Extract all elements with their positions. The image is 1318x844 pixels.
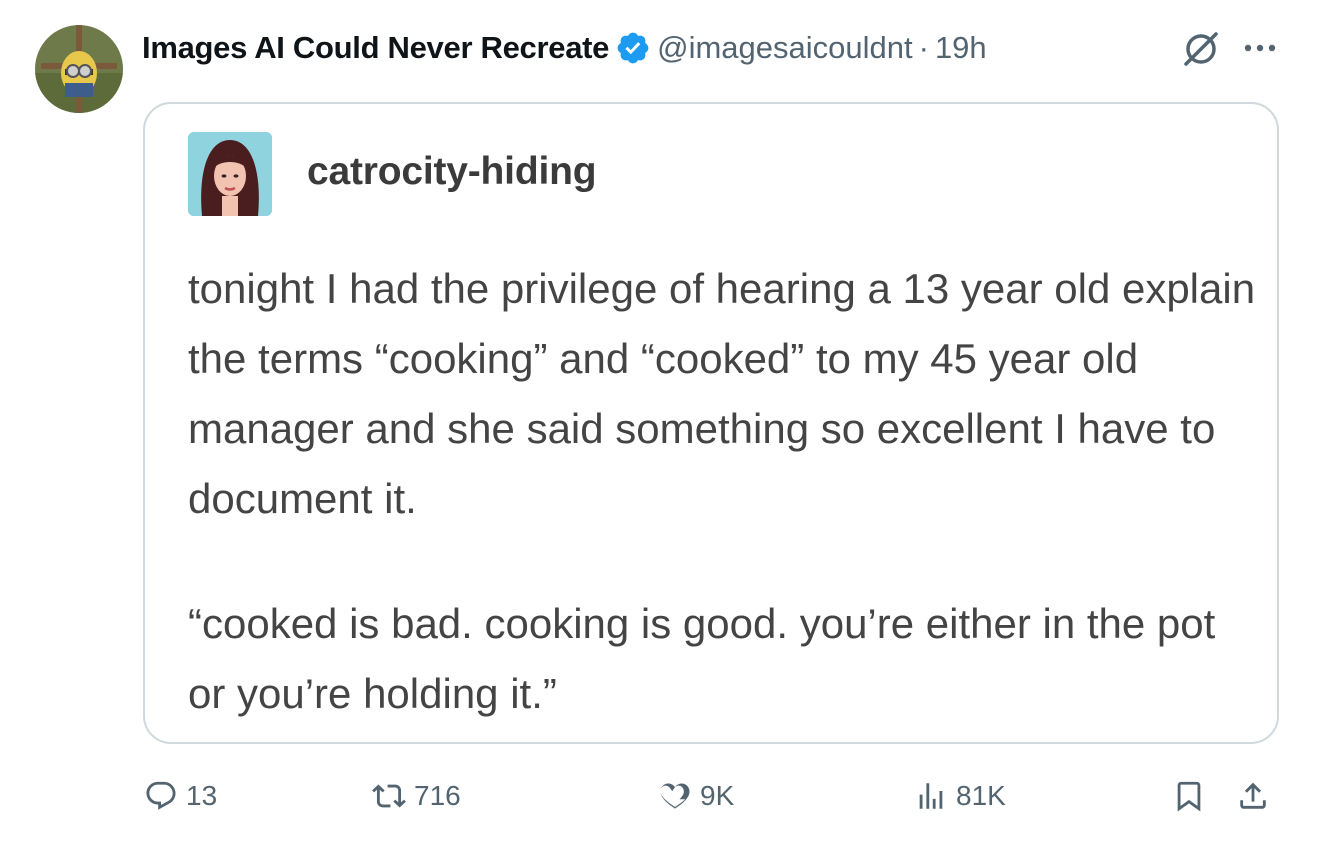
post-paragraph-2: “cooked is bad. cooking is good. you’re … bbox=[188, 600, 1216, 717]
retweet-button[interactable]: 716 bbox=[372, 770, 461, 822]
retweet-icon bbox=[372, 784, 406, 808]
bookmark-icon bbox=[1177, 781, 1201, 812]
tweet: Images AI Could Never Recreate @imagesai… bbox=[0, 0, 1318, 844]
reply-icon bbox=[146, 781, 176, 810]
tumblr-avatar bbox=[188, 132, 272, 216]
like-icon bbox=[660, 783, 690, 809]
more-icon[interactable] bbox=[1240, 28, 1280, 68]
author-handle[interactable]: @imagesaicouldnt bbox=[657, 30, 913, 66]
post-text-paragraph: “cooked is bad. cooking is good. you’re … bbox=[188, 589, 1258, 729]
like-button[interactable]: 9K bbox=[658, 770, 734, 822]
embedded-image-card[interactable]: catrocity-hiding tonight I had the privi… bbox=[143, 102, 1279, 744]
share-icon bbox=[1240, 782, 1266, 809]
action-bar: 13 716 9K 81K bbox=[140, 770, 1280, 822]
share-button[interactable] bbox=[1236, 770, 1270, 822]
author-avatar[interactable] bbox=[35, 25, 123, 113]
bookmark-button[interactable] bbox=[1172, 770, 1206, 822]
post-paragraph-1: tonight I had the privilege of hearing a… bbox=[188, 265, 1256, 522]
grok-icon[interactable] bbox=[1180, 28, 1222, 70]
like-count: 9K bbox=[700, 780, 735, 811]
views-count: 81K bbox=[956, 780, 1006, 811]
post-text-paragraph: tonight I had the privilege of hearing a… bbox=[188, 254, 1258, 534]
tumblr-username: catrocity-hiding bbox=[307, 150, 597, 193]
tweet-header: Images AI Could Never Recreate @imagesai… bbox=[142, 25, 987, 71]
reply-button[interactable]: 13 bbox=[144, 770, 217, 822]
verified-badge-icon bbox=[615, 30, 651, 66]
separator-dot: · bbox=[918, 30, 929, 65]
author-name[interactable]: Images AI Could Never Recreate bbox=[142, 30, 609, 66]
retweet-count: 716 bbox=[414, 780, 461, 811]
tweet-time[interactable]: 19h bbox=[935, 30, 987, 66]
views-icon bbox=[919, 783, 943, 809]
views-button[interactable]: 81K bbox=[914, 770, 1006, 822]
reply-count: 13 bbox=[186, 780, 218, 811]
